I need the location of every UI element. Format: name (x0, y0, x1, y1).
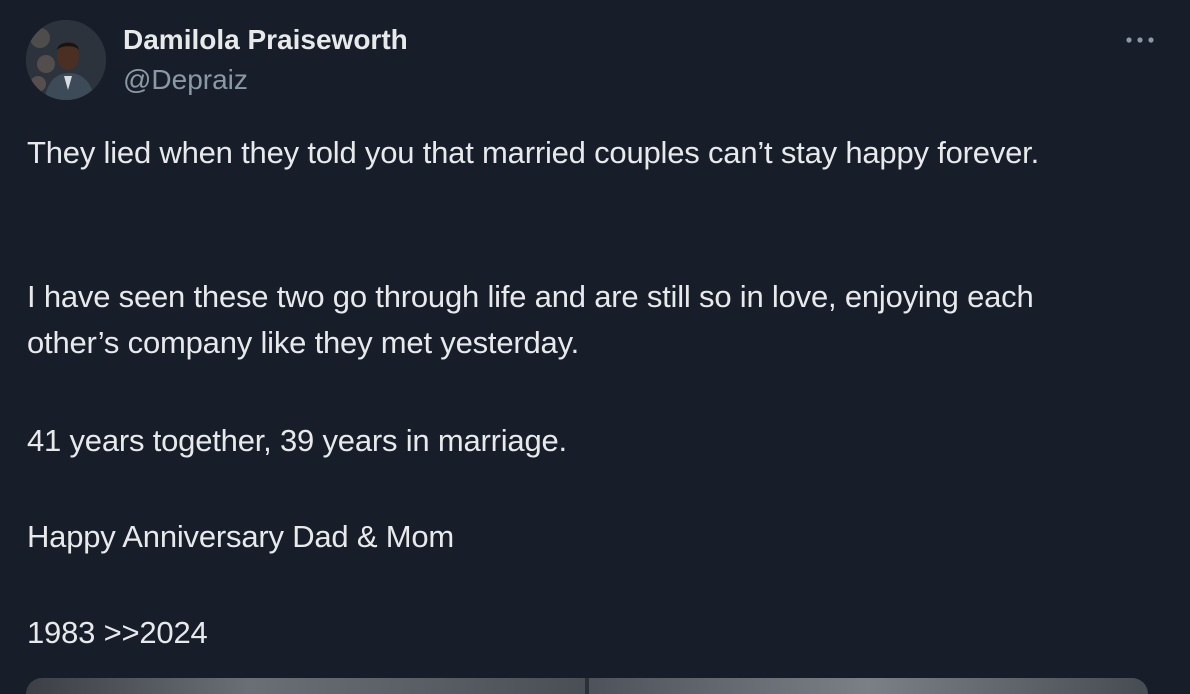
tweet-paragraph: Happy Anniversary Dad & Mom (27, 519, 455, 554)
tweet-paragraph: They lied when they told you that marrie… (27, 135, 1040, 170)
author-avatar[interactable] (26, 20, 106, 100)
author-handle[interactable]: @Depraiz (123, 64, 248, 96)
tweet-paragraph: 41 years together, 39 years in marriage. (27, 423, 567, 458)
more-options-button[interactable] (1122, 22, 1158, 58)
avatar-photo-icon (26, 20, 106, 100)
tweet-paragraph: 1983 >>2024 (27, 615, 208, 650)
author-name[interactable]: Damilola Praiseworth (123, 24, 408, 56)
media-image[interactable] (26, 678, 585, 694)
tweet-paragraph: I have seen these two go through life an… (27, 279, 1034, 360)
more-options-icon (1126, 37, 1154, 43)
tweet-media[interactable] (26, 678, 1148, 694)
media-image[interactable] (589, 678, 1148, 694)
tweet-card: Damilola Praiseworth @Depraiz They lied … (0, 0, 1190, 694)
